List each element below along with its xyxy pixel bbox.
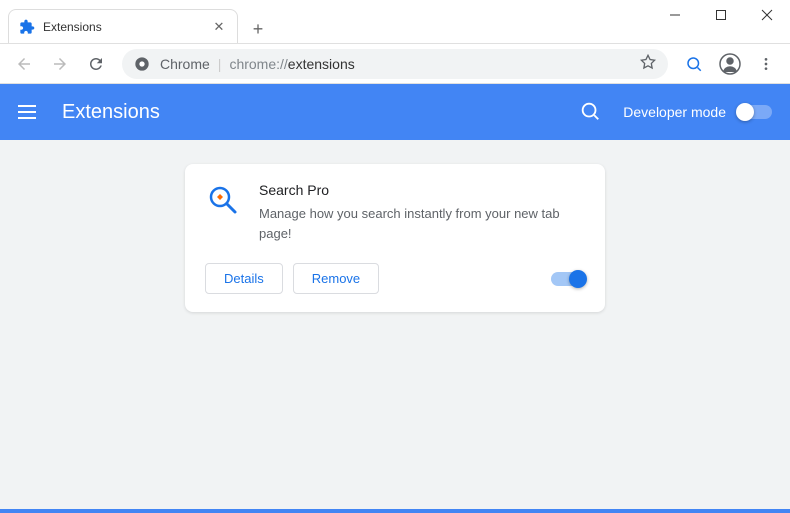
omnibox-url: chrome://extensions	[229, 56, 632, 72]
extension-name: Search Pro	[259, 182, 585, 198]
window-controls	[652, 0, 790, 30]
browser-toolbar: Chrome | chrome://extensions	[0, 44, 790, 84]
reload-button[interactable]	[80, 48, 112, 80]
extensions-content: Search Pro Manage how you search instant…	[0, 140, 790, 509]
toggle-knob	[569, 270, 587, 288]
maximize-button[interactable]	[698, 0, 744, 30]
extension-enable-toggle[interactable]	[551, 272, 585, 286]
details-button[interactable]: Details	[205, 263, 283, 294]
toggle-knob	[736, 103, 754, 121]
extensions-header: Extensions Developer mode	[0, 84, 790, 140]
window-titlebar: Extensions ✕ +	[0, 0, 790, 44]
tabs-area: Extensions ✕ +	[0, 0, 272, 43]
hamburger-menu-icon[interactable]	[18, 100, 42, 124]
developer-mode-toggle[interactable]	[738, 105, 772, 119]
profile-button[interactable]	[714, 48, 746, 80]
omnibox-separator: |	[218, 56, 222, 72]
new-tab-button[interactable]: +	[244, 15, 272, 43]
close-tab-icon[interactable]: ✕	[211, 19, 227, 35]
back-button[interactable]	[8, 48, 40, 80]
bottom-accent-border	[0, 509, 790, 513]
remove-button[interactable]: Remove	[293, 263, 379, 294]
puzzle-piece-icon	[19, 19, 35, 35]
minimize-button[interactable]	[652, 0, 698, 30]
extensions-search-icon[interactable]	[579, 100, 603, 124]
chrome-icon	[134, 56, 150, 72]
extension-card: Search Pro Manage how you search instant…	[185, 164, 605, 312]
extension-card-body: Search Pro Manage how you search instant…	[205, 182, 585, 243]
browser-tab[interactable]: Extensions ✕	[8, 9, 238, 43]
forward-button[interactable]	[44, 48, 76, 80]
menu-button[interactable]	[750, 48, 782, 80]
bookmark-star-icon[interactable]	[640, 54, 656, 73]
extension-icon	[205, 182, 241, 218]
extension-card-footer: Details Remove	[205, 263, 585, 294]
search-icon[interactable]	[678, 48, 710, 80]
omnibox-browser-label: Chrome	[160, 56, 210, 72]
close-window-button[interactable]	[744, 0, 790, 30]
tab-title: Extensions	[43, 20, 211, 34]
page-title: Extensions	[62, 101, 579, 124]
extension-description: Manage how you search instantly from you…	[259, 204, 585, 243]
developer-mode-label: Developer mode	[623, 104, 726, 120]
address-bar[interactable]: Chrome | chrome://extensions	[122, 49, 668, 79]
extension-text: Search Pro Manage how you search instant…	[259, 182, 585, 243]
